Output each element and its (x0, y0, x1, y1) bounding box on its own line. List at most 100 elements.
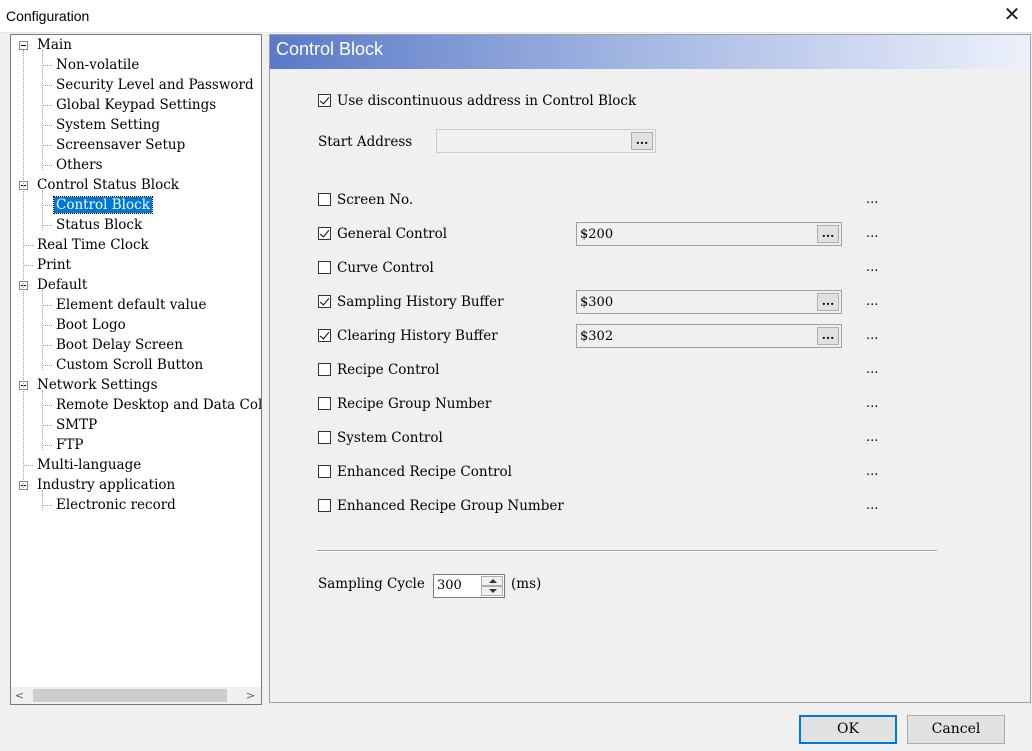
tree-item-label: Boot Logo (56, 317, 126, 333)
tree-connector (42, 205, 52, 206)
tree-item[interactable]: Non-volatile (54, 55, 141, 75)
option-checkbox[interactable] (318, 465, 331, 478)
option-more-link[interactable]: ... (866, 260, 878, 275)
cancel-button[interactable]: Cancel (907, 715, 1005, 744)
start-address-browse-button[interactable]: ... (631, 132, 653, 150)
section-title: Control Block (276, 39, 384, 59)
tree-item-label: Control Block (53, 196, 153, 214)
tree-item[interactable]: Multi-language (35, 455, 143, 475)
tree-item[interactable]: Security Level and Password (54, 75, 256, 95)
horizontal-scrollbar[interactable]: < > (11, 687, 261, 704)
option-checkbox[interactable] (318, 499, 331, 512)
tree-connector (42, 445, 52, 446)
option-address-field[interactable]: $300... (576, 290, 842, 314)
tree-item[interactable]: Electronic record (54, 495, 178, 515)
option-label: Screen No. (337, 192, 414, 208)
tree-item-label: Custom Scroll Button (56, 357, 204, 373)
tree-item[interactable]: System Setting (54, 115, 162, 135)
tree-connector (23, 245, 33, 246)
scroll-thumb[interactable] (33, 689, 227, 702)
option-label: Recipe Group Number (337, 396, 492, 412)
option-address-field[interactable]: $200... (576, 222, 842, 246)
option-checkbox[interactable] (318, 295, 331, 308)
tree-connector (42, 290, 43, 370)
option-more-link[interactable]: ... (866, 328, 878, 343)
option-more-link[interactable]: ... (866, 294, 878, 309)
option-more-link[interactable]: ... (866, 464, 878, 479)
use-discontinuous-checkbox[interactable] (318, 94, 331, 107)
option-checkbox[interactable] (318, 329, 331, 342)
option-address-field[interactable]: $302... (576, 324, 842, 348)
tree-connector (42, 405, 52, 406)
tree-item[interactable]: Others (54, 155, 105, 175)
option-label: Clearing History Buffer (337, 328, 498, 344)
tree-item[interactable]: Main (35, 35, 74, 55)
tree-item-label: Non-volatile (56, 57, 140, 73)
tree-connector (42, 325, 52, 326)
sampling-cycle-unit: (ms) (511, 576, 542, 592)
tree-connector (42, 85, 52, 86)
option-browse-button[interactable]: ... (817, 327, 839, 345)
tree-connector (42, 365, 52, 366)
ok-button[interactable]: OK (799, 715, 897, 744)
tree-item[interactable]: Boot Delay Screen (54, 335, 185, 355)
tree-connector (42, 345, 52, 346)
option-checkbox[interactable] (318, 193, 331, 206)
tree-item[interactable]: Boot Logo (54, 315, 128, 335)
scroll-right-button[interactable]: > (242, 687, 259, 704)
tree-item-label: Real Time Clock (37, 237, 149, 253)
option-more-link[interactable]: ... (866, 362, 878, 377)
sampling-cycle-label: Sampling Cycle (318, 576, 425, 592)
option-checkbox[interactable] (318, 431, 331, 444)
tree-item[interactable]: Network Settings (35, 375, 160, 395)
tree-item[interactable]: Custom Scroll Button (54, 355, 205, 375)
tree-item[interactable]: Global Keypad Settings (54, 95, 218, 115)
tree-item[interactable]: Real Time Clock (35, 235, 151, 255)
option-more-link[interactable]: ... (866, 226, 878, 241)
tree-item[interactable]: Remote Desktop and Data Collecti (54, 395, 261, 415)
tree-item-label: Electronic record (56, 497, 176, 513)
tree-item-label: FTP (56, 437, 84, 453)
tree-connector (42, 105, 52, 106)
option-checkbox[interactable] (318, 261, 331, 274)
tree-item[interactable]: FTP (54, 435, 85, 455)
tree-item[interactable]: Screensaver Setup (54, 135, 187, 155)
option-label: Recipe Control (337, 362, 440, 378)
option-browse-button[interactable]: ... (817, 225, 839, 243)
option-more-link[interactable]: ... (866, 192, 878, 207)
tree-item[interactable]: Print (35, 255, 73, 275)
tree-item[interactable]: Control Block (53, 195, 153, 215)
spin-down-button[interactable] (481, 586, 503, 596)
option-address-value: $200 (580, 227, 614, 242)
option-label: System Control (337, 430, 443, 446)
content-panel: Control Block Use discontinuous address … (269, 34, 1031, 703)
tree-item-label: Multi-language (37, 457, 142, 473)
tree-item-label: Boot Delay Screen (56, 337, 183, 353)
tree-item[interactable]: Default (35, 275, 89, 295)
section-header: Control Block (270, 35, 1030, 69)
tree-connector (23, 50, 24, 490)
option-checkbox[interactable] (318, 397, 331, 410)
tree-item[interactable]: Element default value (54, 295, 208, 315)
option-more-link[interactable]: ... (866, 396, 878, 411)
tree-item-label: Default (37, 277, 88, 293)
option-browse-button[interactable]: ... (817, 293, 839, 311)
tree-item-label: Element default value (56, 297, 207, 313)
option-checkbox[interactable] (318, 227, 331, 240)
tree-item[interactable]: SMTP (54, 415, 99, 435)
tree-connector (42, 65, 52, 66)
collapse-icon[interactable] (19, 41, 28, 50)
start-address-field[interactable]: ... (436, 129, 656, 153)
scroll-left-button[interactable]: < (11, 687, 28, 704)
tree-item[interactable]: Status Block (54, 215, 144, 235)
tree-item-label: Print (37, 257, 71, 273)
option-more-link[interactable]: ... (866, 430, 878, 445)
spin-up-button[interactable] (481, 576, 503, 586)
sampling-cycle-stepper[interactable]: 300 (433, 574, 505, 598)
tree-item[interactable]: Control Status Block (35, 175, 181, 195)
close-icon[interactable]: ✕ (1000, 3, 1024, 27)
option-more-link[interactable]: ... (866, 498, 878, 513)
tree-connector (42, 50, 43, 170)
option-checkbox[interactable] (318, 363, 331, 376)
tree-item[interactable]: Industry application (35, 475, 177, 495)
